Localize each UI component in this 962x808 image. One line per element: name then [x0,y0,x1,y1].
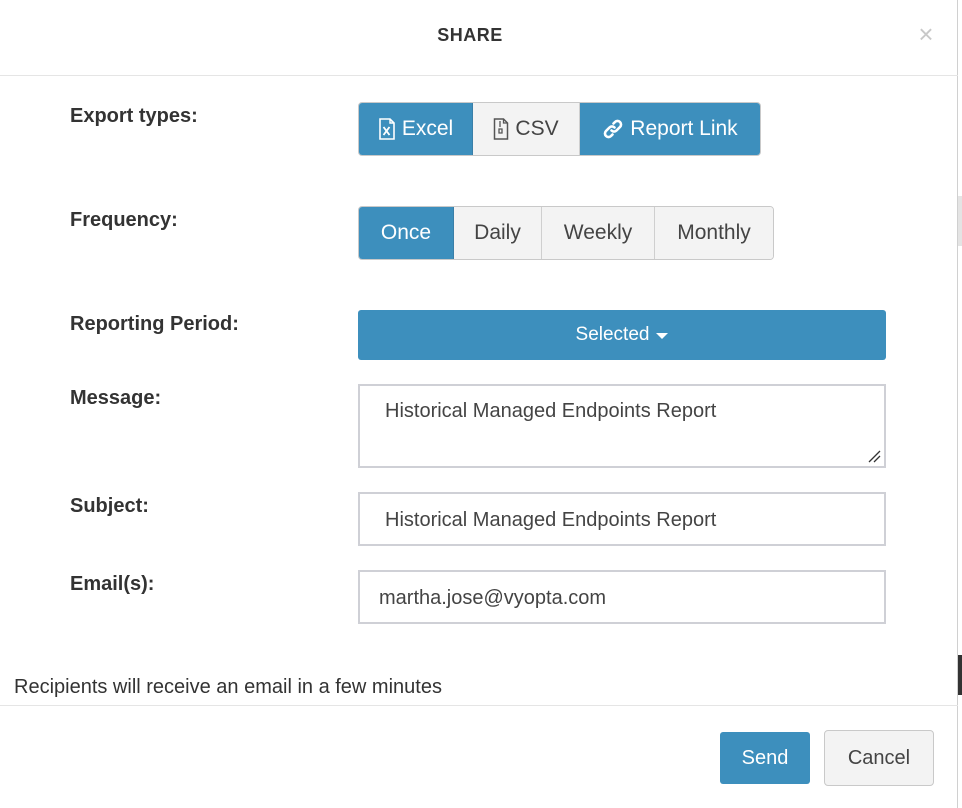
message-value: Historical Managed Endpoints Report [385,400,717,422]
subject-value: Historical Managed Endpoints Report [385,509,717,531]
page-edge [958,0,962,808]
export-csv-label: CSV [515,117,559,140]
file-excel-icon [378,118,396,140]
reporting-period-label: Reporting Period: [70,313,239,335]
frequency-once-button[interactable]: Once [359,207,454,259]
subject-label: Subject: [70,495,149,517]
export-excel-button[interactable]: Excel [359,103,473,155]
file-zip-icon [493,118,509,140]
reporting-period-value: Selected [575,324,650,345]
subject-input[interactable]: Historical Managed Endpoints Report [358,492,886,546]
caret-down-icon [656,333,669,339]
export-excel-label: Excel [401,117,454,140]
link-icon [602,118,624,140]
export-types-label: Export types: [70,105,198,127]
cancel-button[interactable]: Cancel [824,730,934,786]
emails-label: Email(s): [70,573,155,595]
send-button[interactable]: Send [720,732,810,784]
recipients-note: Recipients will receive an email in a fe… [14,676,442,698]
message-label: Message: [70,387,162,409]
export-types-group: Excel CSV Report Link [358,102,761,156]
reporting-period-dropdown[interactable]: Selected [358,310,886,360]
footer-divider [0,705,958,706]
emails-value: martha.jose@vyopta.com [379,587,607,609]
dialog-title: SHARE [437,25,503,45]
export-report-link-label: Report Link [630,117,738,140]
export-csv-button[interactable]: CSV [473,103,580,155]
resize-handle-icon[interactable] [867,449,881,463]
frequency-weekly-button[interactable]: Weekly [542,207,655,259]
close-icon[interactable]: × [914,20,938,48]
dialog-header: SHARE × [0,0,958,76]
frequency-label: Frequency: [70,209,178,231]
edge-mark [958,655,962,695]
export-report-link-button[interactable]: Report Link [580,103,760,155]
frequency-group: Once Daily Weekly Monthly [358,206,774,260]
share-dialog: SHARE × Export types: Excel CSV Report L… [0,0,958,808]
message-textarea[interactable]: Historical Managed Endpoints Report [358,384,886,468]
emails-input[interactable]: martha.jose@vyopta.com [358,570,886,624]
frequency-monthly-button[interactable]: Monthly [655,207,773,259]
frequency-daily-button[interactable]: Daily [454,207,542,259]
edge-mark [958,196,962,246]
